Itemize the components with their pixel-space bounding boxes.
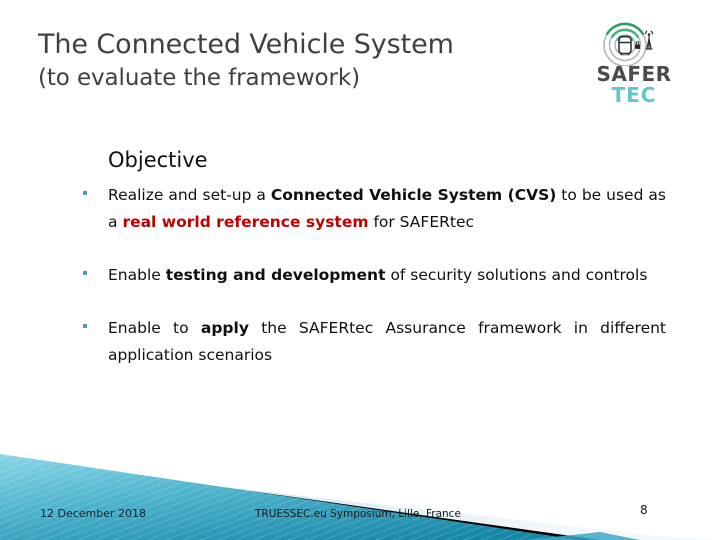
- bullet-text-1: Realize and set-up a Connected Vehicle S…: [108, 182, 666, 236]
- safertec-logo-mark: [600, 18, 662, 67]
- list-item: Enable testing and development of securi…: [78, 262, 666, 289]
- list-item: Enable to apply the SAFERtec Assurance f…: [78, 315, 666, 369]
- footer-date: 12 December 2018: [40, 507, 147, 520]
- page-title: The Connected Vehicle System (to evaluat…: [38, 28, 558, 94]
- bullet-marker-icon: [78, 182, 108, 195]
- text-run: of security solutions and controls: [385, 266, 648, 284]
- logo-word-tec: TEC: [611, 83, 657, 107]
- slide: The Connected Vehicle System (to evaluat…: [0, 0, 720, 540]
- text-run: Enable: [108, 266, 166, 284]
- car-icon: [618, 35, 632, 56]
- text-run: Enable to: [108, 319, 201, 337]
- bullet-list: Realize and set-up a Connected Vehicle S…: [78, 182, 666, 395]
- bullet-text-2: Enable testing and development of securi…: [108, 262, 666, 289]
- title-line-primary: The Connected Vehicle System: [38, 29, 454, 60]
- safertec-logo-wordmark: SAFER TEC: [586, 64, 682, 106]
- text-run: Realize and set-up a: [108, 186, 271, 204]
- objective-heading: Objective: [108, 148, 208, 172]
- list-item: Realize and set-up a Connected Vehicle S…: [78, 182, 666, 236]
- title-line-secondary: (to evaluate the framework): [38, 65, 360, 91]
- lock-icon: [635, 41, 640, 49]
- highlight-run: real world reference system: [122, 213, 369, 231]
- footer-event-name: TRUESSEC.eu Symposium, Lille, France: [255, 508, 461, 520]
- footer-decoration: [0, 440, 720, 540]
- logo-word-safer: SAFER: [596, 62, 672, 86]
- bold-run: testing and development: [165, 266, 386, 284]
- safertec-logo: SAFER TEC: [586, 18, 682, 110]
- text-run: for SAFERtec: [368, 213, 475, 231]
- bullet-text-3: Enable to apply the SAFERtec Assurance f…: [108, 315, 666, 369]
- bullet-marker-icon: [78, 262, 108, 275]
- bold-run: Connected Vehicle System (CVS): [270, 186, 557, 204]
- bold-run: apply: [200, 319, 249, 337]
- page-number: 8: [640, 503, 648, 517]
- bullet-marker-icon: [78, 315, 108, 328]
